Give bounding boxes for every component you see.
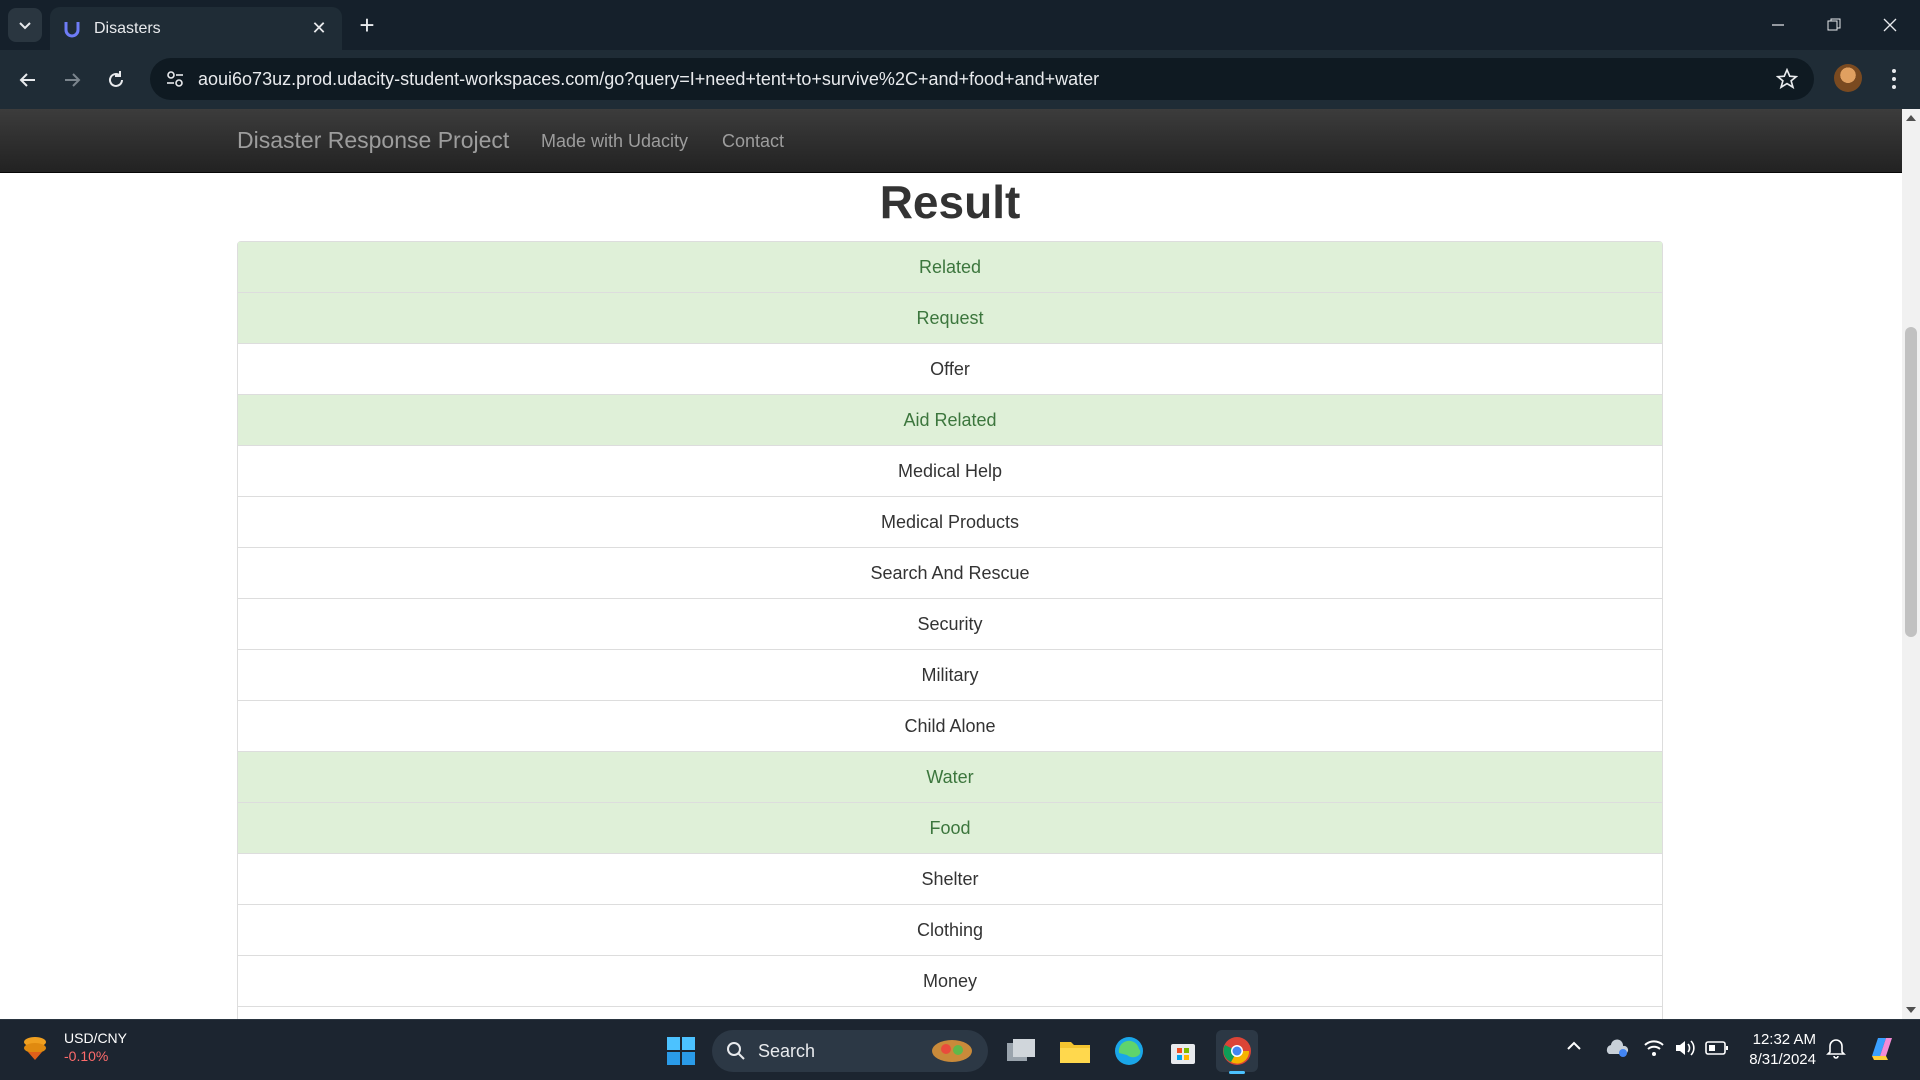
browser-tab[interactable]: Disasters ✕ [50, 7, 342, 50]
category-item: Military [238, 650, 1662, 701]
taskbar-clock[interactable]: 12:32 AM 8/31/2024 [1740, 1030, 1816, 1070]
category-item: Shelter [238, 854, 1662, 905]
widget-title: USD/CNY [64, 1030, 128, 1046]
close-icon [1883, 18, 1897, 32]
chrome-taskbar-button[interactable] [1216, 1030, 1258, 1074]
tab-strip: Disasters ✕ + [0, 0, 1920, 50]
search-highlight-icon [932, 1040, 972, 1062]
category-item: Water [238, 752, 1662, 803]
new-tab-button[interactable]: + [352, 10, 382, 40]
nav-link-made-with-udacity[interactable]: Made with Udacity [541, 131, 688, 152]
arrow-right-icon [65, 73, 81, 87]
category-item: Clothing [238, 905, 1662, 956]
microsoft-store-button[interactable] [1162, 1030, 1204, 1072]
clock-time: 12:32 AM [1752, 1031, 1816, 1048]
volume-icon[interactable] [1674, 1038, 1696, 1063]
active-app-indicator [1229, 1071, 1245, 1074]
site-settings-icon[interactable] [164, 68, 186, 90]
udacity-favicon-icon [62, 19, 82, 39]
taskbar-search[interactable]: Search [712, 1030, 988, 1072]
onedrive-icon[interactable] [1605, 1038, 1629, 1063]
file-explorer-button[interactable] [1054, 1030, 1096, 1072]
category-item: Money [238, 956, 1662, 1007]
copilot-icon[interactable] [1866, 1032, 1898, 1069]
show-hidden-icons-chevron[interactable] [1566, 1038, 1582, 1059]
navbar-brand-link[interactable]: Disaster Response Project [237, 127, 509, 154]
battery-icon[interactable] [1705, 1040, 1729, 1061]
category-item: Medical Help [238, 446, 1662, 497]
reload-icon [109, 71, 123, 87]
chevron-down-icon [19, 22, 31, 30]
start-button[interactable] [660, 1030, 702, 1072]
edge-browser-button[interactable] [1108, 1030, 1150, 1072]
scroll-down-arrow-icon[interactable] [1906, 1007, 1916, 1013]
scroll-up-arrow-icon[interactable] [1906, 115, 1916, 121]
store-icon [1171, 1044, 1195, 1064]
tab-search-button[interactable] [8, 8, 42, 42]
windows-logo-icon [667, 1037, 695, 1065]
chevron-up-icon [1567, 1041, 1581, 1050]
widget-value: -0.10% [64, 1048, 109, 1064]
site-navbar: Disaster Response Project Made with Udac… [0, 109, 1902, 173]
profile-avatar[interactable] [1834, 64, 1862, 92]
task-view-button[interactable] [1000, 1030, 1042, 1072]
notifications-bell-icon[interactable] [1826, 1037, 1846, 1064]
category-item: Food [238, 803, 1662, 854]
reload-button[interactable] [98, 62, 134, 98]
search-label: Search [758, 1040, 816, 1061]
tab-title: Disasters [94, 19, 161, 37]
category-item [238, 1007, 1662, 1019]
arrow-left-icon [19, 73, 35, 87]
page-title: Result [879, 176, 1021, 228]
windows-taskbar: USD/CNY -0.10% Search 12:32 AM 8/31/2024 [0, 1019, 1920, 1080]
page-viewport: Disaster Response Project Made with Udac… [0, 109, 1902, 1019]
clock-date: 8/31/2024 [1749, 1051, 1816, 1068]
page-scrollbar[interactable] [1902, 109, 1920, 1019]
wifi-icon[interactable] [1643, 1038, 1665, 1063]
minimize-icon [1772, 24, 1784, 26]
restore-icon [1827, 18, 1841, 31]
url-text[interactable]: aoui6o73uz.prod.udacity-student-workspac… [198, 69, 1099, 90]
bookmark-star-icon[interactable] [1775, 67, 1799, 95]
forward-button[interactable] [54, 62, 90, 98]
category-item: Search And Rescue [238, 548, 1662, 599]
category-item: Related [238, 242, 1662, 293]
browser-menu-icon[interactable] [1882, 62, 1906, 96]
address-bar[interactable]: aoui6o73uz.prod.udacity-student-workspac… [150, 58, 1814, 100]
minimize-button[interactable] [1750, 0, 1806, 50]
close-window-button[interactable] [1862, 0, 1918, 50]
category-item: Security [238, 599, 1662, 650]
restore-button[interactable] [1806, 0, 1862, 50]
category-item: Medical Products [238, 497, 1662, 548]
category-item: Child Alone [238, 701, 1662, 752]
folder-icon [1060, 1042, 1090, 1063]
back-button[interactable] [10, 62, 46, 98]
coins-icon [24, 1037, 46, 1060]
nav-link-contact[interactable]: Contact [722, 131, 784, 152]
category-item: Offer [238, 344, 1662, 395]
close-tab-icon[interactable]: ✕ [308, 18, 330, 39]
scrollbar-thumb[interactable] [1905, 327, 1917, 637]
search-icon [727, 1042, 745, 1060]
currency-widget[interactable]: USD/CNY -0.10% [20, 1030, 127, 1064]
chrome-icon [1223, 1037, 1251, 1065]
task-view-icon [1007, 1039, 1035, 1061]
edge-icon [1115, 1037, 1143, 1065]
browser-toolbar: aoui6o73uz.prod.udacity-student-workspac… [0, 50, 1920, 109]
browser-chrome: Disasters ✕ + aoui6o73uz.prod.udacity-st… [0, 0, 1920, 109]
category-item: Aid Related [238, 395, 1662, 446]
category-result-list: Related Request Offer Aid Related Medical He… [237, 241, 1663, 1019]
category-item: Request [238, 293, 1662, 344]
